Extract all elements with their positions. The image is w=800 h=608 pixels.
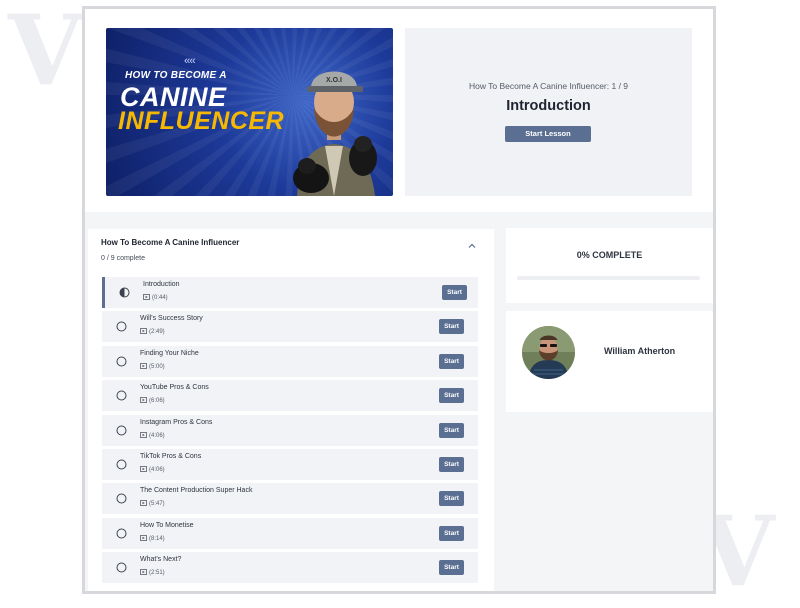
lesson-duration-text: (2:51) bbox=[149, 570, 165, 577]
lesson-title: How To Monetise bbox=[140, 521, 194, 529]
course-page: ‹‹‹‹ HOW TO BECOME A CANINE INFLUENCER X… bbox=[82, 6, 716, 594]
lesson-duration: (2:49) bbox=[140, 328, 165, 335]
empty-circle-status-icon bbox=[116, 562, 127, 573]
lesson-breadcrumb: How To Become A Canine Influencer: 1 / 9 bbox=[468, 81, 629, 91]
lesson-duration: (5:00) bbox=[140, 362, 165, 370]
lesson-row[interactable]: What's Next? (2:51) Start bbox=[102, 552, 478, 584]
empty-circle-status-icon bbox=[116, 356, 127, 367]
lesson-duration-text: (5:00) bbox=[149, 363, 165, 370]
lesson-duration-text: (4:06) bbox=[149, 432, 165, 439]
lesson-start-button[interactable]: Start bbox=[439, 388, 464, 404]
progress-bar bbox=[517, 276, 700, 280]
lesson-row[interactable]: TikTok Pros & Cons (4:06) Start bbox=[102, 448, 478, 480]
empty-circle-status-icon bbox=[116, 390, 127, 401]
lesson-duration-text: (4:06) bbox=[149, 466, 165, 473]
lesson-title: What's Next? bbox=[140, 556, 182, 564]
lesson-title: Introduction bbox=[506, 98, 591, 114]
course-thumbnail[interactable]: ‹‹‹‹ HOW TO BECOME A CANINE INFLUENCER X… bbox=[106, 28, 393, 196]
lesson-title: Instagram Pros & Cons bbox=[140, 418, 213, 426]
video-icon bbox=[140, 328, 147, 335]
video-icon bbox=[140, 534, 147, 541]
hat-logo: X.O.I bbox=[326, 77, 342, 84]
lesson-duration-text: (6:06) bbox=[149, 398, 165, 405]
lesson-row[interactable]: Instagram Pros & Cons (4:06) Start bbox=[102, 414, 478, 446]
lesson-duration-text: (2:49) bbox=[149, 329, 165, 336]
half-circle-status-icon bbox=[119, 287, 130, 298]
lesson-hero: ‹‹‹‹ HOW TO BECOME A CANINE INFLUENCER X… bbox=[85, 9, 713, 212]
thumbnail-text-line1: HOW TO BECOME A bbox=[125, 70, 227, 81]
lesson-row[interactable]: Introduction (0:44) Start bbox=[102, 277, 478, 308]
lesson-start-button[interactable]: Start bbox=[439, 319, 464, 335]
lesson-row[interactable]: The Content Production Super Hack (5:47) S… bbox=[102, 483, 478, 515]
lesson-title: YouTube Pros & Cons bbox=[140, 384, 209, 392]
thumbnail-arrows: ‹‹‹‹ bbox=[184, 55, 196, 67]
lesson-row[interactable]: Will's Success Story (2:49) Start bbox=[102, 311, 478, 343]
video-icon bbox=[140, 362, 147, 369]
empty-circle-status-icon bbox=[116, 493, 127, 504]
start-lesson-button[interactable]: Start Lesson bbox=[505, 126, 591, 142]
lesson-row[interactable]: Finding Your Niche (5:00) Start bbox=[102, 345, 478, 377]
empty-circle-status-icon bbox=[116, 528, 127, 539]
lesson-duration: (2:51) bbox=[140, 569, 165, 576]
lesson-start-button[interactable]: Start bbox=[439, 422, 464, 438]
lesson-start-button[interactable]: Start bbox=[439, 525, 464, 541]
video-icon bbox=[140, 500, 147, 507]
lesson-title: The Content Production Super Hack bbox=[140, 487, 253, 495]
lesson-row[interactable]: How To Monetise (8:14) Start bbox=[102, 517, 478, 549]
course-title: How To Become A Canine Influencer bbox=[101, 238, 240, 247]
video-icon bbox=[140, 397, 147, 404]
lesson-start-button[interactable]: Start bbox=[442, 285, 467, 300]
video-icon bbox=[143, 294, 150, 300]
lesson-start-button[interactable]: Start bbox=[439, 491, 464, 507]
video-icon bbox=[140, 431, 147, 438]
lesson-duration: (8:14) bbox=[140, 534, 165, 542]
lesson-start-button[interactable]: Start bbox=[439, 456, 464, 472]
lesson-title: TikTok Pros & Cons bbox=[140, 452, 202, 460]
chevron-up-icon[interactable] bbox=[467, 241, 477, 251]
course-progress-text: 0 / 9 complete bbox=[101, 255, 145, 262]
lesson-title: Finding Your Niche bbox=[140, 349, 199, 357]
lesson-row[interactable]: YouTube Pros & Cons (6:06) Start bbox=[102, 380, 478, 412]
lesson-duration: (4:06) bbox=[140, 466, 165, 473]
instructor-card: William Atherton bbox=[506, 311, 713, 412]
progress-label: 0% COMPLETE bbox=[576, 250, 643, 260]
video-icon bbox=[140, 569, 147, 576]
empty-circle-status-icon bbox=[116, 425, 127, 436]
instructor-name: William Atherton bbox=[604, 346, 676, 356]
lesson-duration-text: (8:14) bbox=[149, 535, 165, 542]
empty-circle-status-icon bbox=[116, 459, 127, 470]
lesson-start-button[interactable]: Start bbox=[439, 353, 464, 369]
lesson-duration: (4:06) bbox=[140, 431, 165, 439]
video-icon bbox=[140, 466, 147, 472]
lesson-title: Introduction bbox=[143, 281, 180, 288]
progress-card: 0% COMPLETE bbox=[506, 228, 713, 303]
watermark-left: V bbox=[8, 0, 83, 107]
thumbnail-person-with-puppies: X.O.I bbox=[293, 71, 377, 196]
empty-circle-status-icon bbox=[116, 321, 127, 332]
lesson-title: Will's Success Story bbox=[140, 315, 203, 323]
lesson-duration: (6:06) bbox=[140, 397, 165, 404]
lesson-start-button[interactable]: Start bbox=[439, 560, 464, 576]
lesson-list: Introduction (0:44) Start Will's Success St… bbox=[102, 277, 478, 587]
course-outline: How To Become A Canine Influencer 0 / 9 … bbox=[88, 229, 494, 591]
lesson-duration-text: (0:44) bbox=[152, 295, 168, 301]
thumbnail-text-line3: INFLUENCER bbox=[118, 107, 285, 135]
lesson-duration: (0:44) bbox=[143, 294, 168, 301]
lesson-duration-text: (5:47) bbox=[149, 501, 165, 508]
lesson-info-panel: How To Become A Canine Influencer: 1 / 9… bbox=[405, 28, 692, 196]
instructor-avatar bbox=[522, 326, 575, 379]
lesson-duration: (5:47) bbox=[140, 500, 165, 507]
